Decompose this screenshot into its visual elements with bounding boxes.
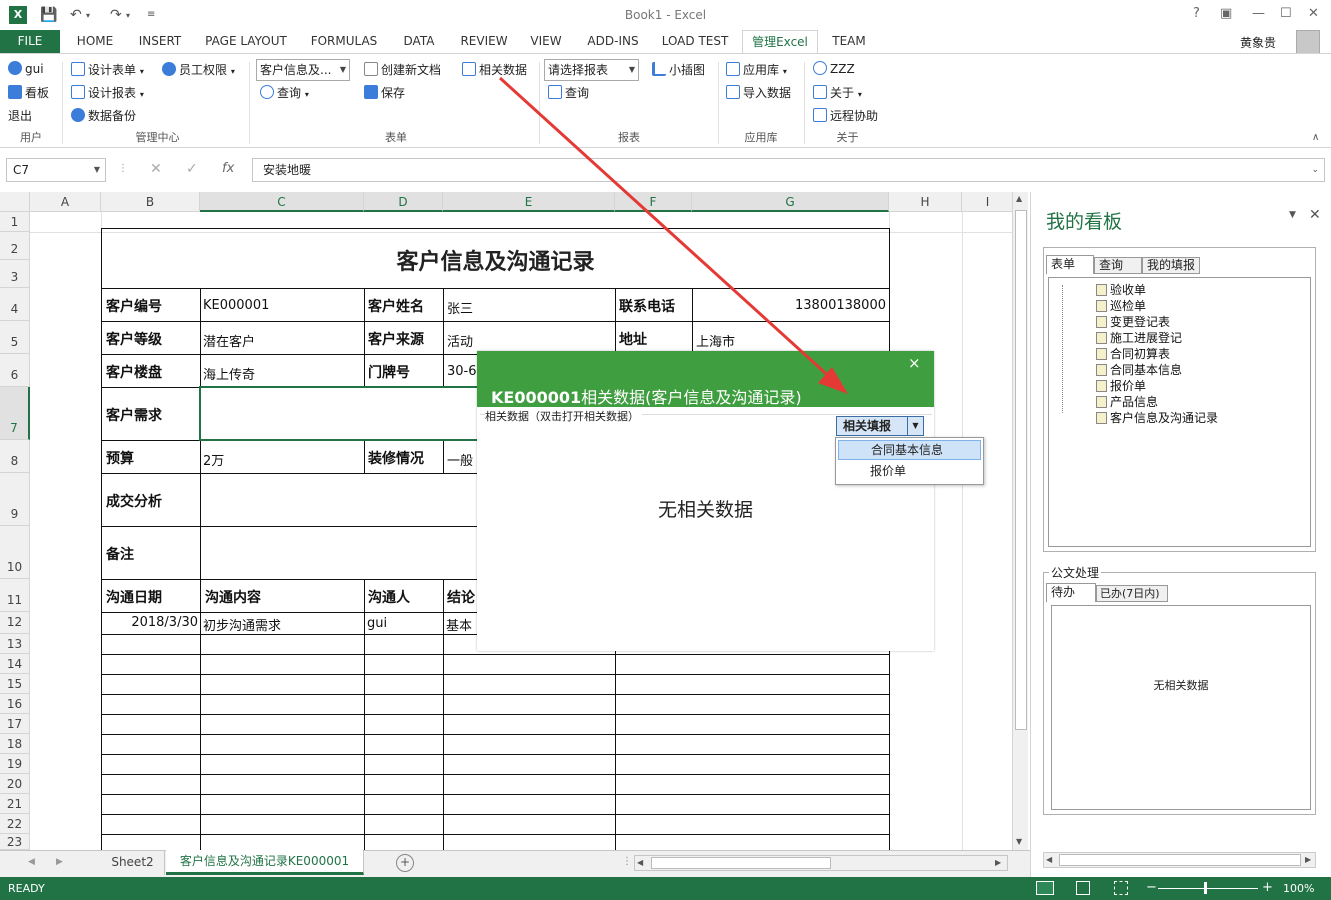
sheet-tabs-bar: ◀ ▶ Sheet2 客户信息及沟通记录KE000001 + ⋮ ◀ ▶ <box>0 850 1030 877</box>
prev-sheet-icon[interactable]: ◀ <box>28 857 35 867</box>
status-ready: READY <box>8 882 45 895</box>
zoom-slider-thumb[interactable] <box>1204 882 1207 894</box>
zoom-out-icon[interactable]: − <box>1146 880 1157 895</box>
page-layout-view-icon[interactable] <box>1076 881 1090 895</box>
zoom-level[interactable]: 100% <box>1283 882 1314 895</box>
sheet-tab-sheet2[interactable]: Sheet2 <box>101 851 165 875</box>
next-sheet-icon[interactable]: ▶ <box>56 857 63 867</box>
scroll-thumb[interactable] <box>651 857 831 869</box>
normal-view-icon[interactable] <box>1036 881 1054 895</box>
sheet-tab-active[interactable]: 客户信息及沟通记录KE000001 <box>166 850 364 875</box>
annotation-arrow <box>498 76 848 394</box>
scroll-right-icon[interactable]: ▶ <box>995 858 1001 867</box>
page-break-view-icon[interactable] <box>1114 881 1128 895</box>
horizontal-scrollbar[interactable]: ◀ ▶ <box>634 855 1008 871</box>
scroll-left-icon[interactable]: ◀ <box>637 858 643 867</box>
zoom-in-icon[interactable]: + <box>1262 880 1273 895</box>
status-bar: READY − + 100% <box>0 877 1331 900</box>
zoom-slider[interactable] <box>1158 888 1258 889</box>
add-sheet-icon[interactable]: + <box>396 854 414 872</box>
split-handle-icon[interactable]: ⋮ <box>622 856 632 867</box>
